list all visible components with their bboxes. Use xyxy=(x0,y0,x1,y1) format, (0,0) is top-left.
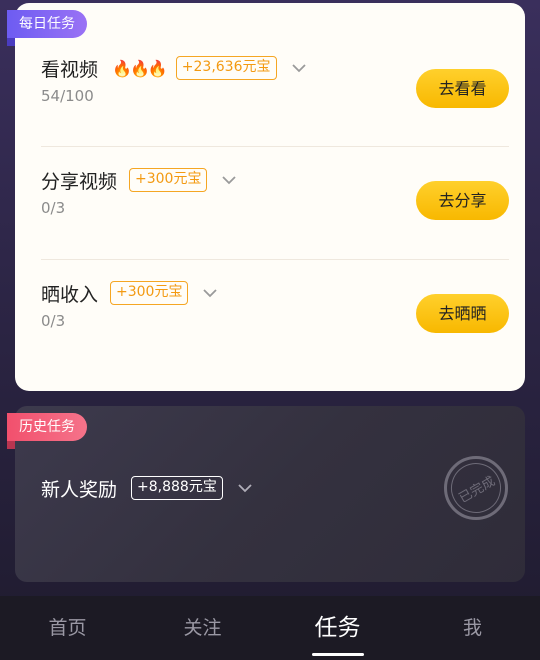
divider xyxy=(41,146,509,147)
task-progress: 0/3 xyxy=(41,312,66,330)
go-share-button[interactable]: 去分享 xyxy=(416,181,509,220)
completed-stamp-text: 已完成 xyxy=(441,453,511,523)
task-title: 新人奖励 xyxy=(41,478,118,501)
divider xyxy=(41,259,509,260)
nav-me[interactable]: 我 xyxy=(405,596,540,660)
daily-tasks-tag: 每日任务 xyxy=(7,10,87,38)
task-title: 分享视频 xyxy=(41,170,118,193)
task-progress: 0/3 xyxy=(41,199,66,217)
active-indicator xyxy=(311,653,364,656)
nav-tasks-label: 任务 xyxy=(314,615,361,641)
go-show-button[interactable]: 去晒晒 xyxy=(416,294,509,333)
tag-fold xyxy=(7,38,15,46)
fire-icon: 🔥🔥🔥 xyxy=(112,58,168,78)
history-tasks-tag: 历史任务 xyxy=(7,413,87,441)
completed-stamp-icon: 已完成 xyxy=(441,453,511,523)
bottom-nav: 首页 关注 任务 我 xyxy=(0,596,540,660)
task-title: 看视频 xyxy=(41,58,99,81)
task-title-line: 看视频 🔥🔥🔥 +23,636元宝 xyxy=(41,53,307,83)
chevron-down-icon[interactable] xyxy=(202,285,218,301)
chevron-down-icon[interactable] xyxy=(237,480,253,496)
chevron-down-icon[interactable] xyxy=(291,60,307,76)
task-row-show-income: 晒收入 +300元宝 0/3 去晒晒 xyxy=(41,278,509,390)
tag-fold xyxy=(7,441,15,449)
reward-badge: +23,636元宝 xyxy=(175,56,277,80)
task-title: 晒收入 xyxy=(41,283,99,306)
task-title-line: 晒收入 +300元宝 xyxy=(41,278,218,308)
reward-badge: +300元宝 xyxy=(110,281,189,305)
nav-tasks[interactable]: 任务 xyxy=(270,596,405,660)
chevron-down-icon[interactable] xyxy=(221,172,237,188)
reward-badge: +8,888元宝 xyxy=(131,476,223,500)
reward-badge: +300元宝 xyxy=(129,168,208,192)
daily-tasks-card: 看视频 🔥🔥🔥 +23,636元宝 54/100 去看看 分享视频 +300元宝… xyxy=(15,3,525,391)
history-tasks-card: 新人奖励 +8,888元宝 已完成 xyxy=(15,406,525,582)
nav-follow[interactable]: 关注 xyxy=(135,596,270,660)
history-task-title-line: 新人奖励 +8,888元宝 xyxy=(41,473,253,503)
nav-home[interactable]: 首页 xyxy=(0,596,135,660)
go-watch-button[interactable]: 去看看 xyxy=(416,69,509,108)
task-progress: 54/100 xyxy=(41,87,94,105)
task-title-line: 分享视频 +300元宝 xyxy=(41,165,237,195)
task-row-share-video: 分享视频 +300元宝 0/3 去分享 xyxy=(41,165,509,277)
task-row-watch-video: 看视频 🔥🔥🔥 +23,636元宝 54/100 去看看 xyxy=(41,53,509,165)
